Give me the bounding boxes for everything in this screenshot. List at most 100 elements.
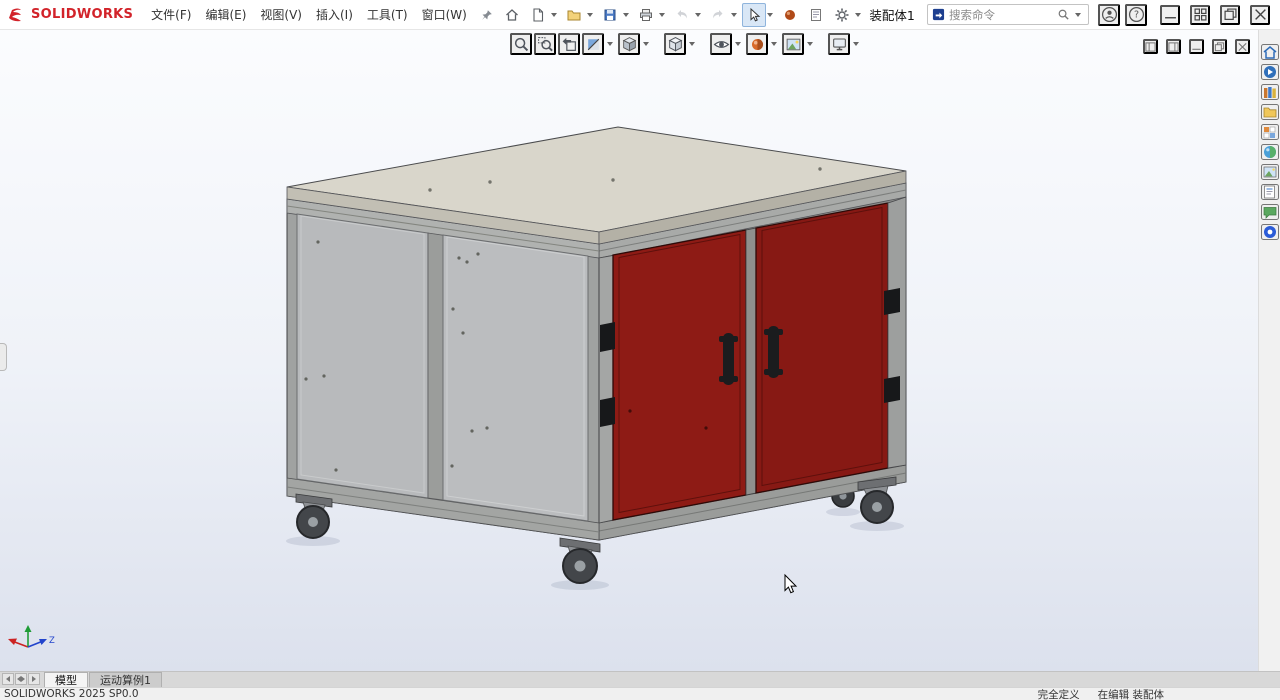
view-orientation-dropdown[interactable] — [643, 42, 649, 46]
display-style-dropdown[interactable] — [689, 42, 695, 46]
scenes-icon[interactable] — [1260, 164, 1279, 180]
minimize-icon[interactable] — [1160, 4, 1180, 25]
menu-tools[interactable]: 工具(T) — [360, 2, 415, 27]
corner-post-front[interactable] — [598, 255, 614, 524]
user-account-icon[interactable] — [1098, 3, 1120, 26]
doc-minimize-icon[interactable] — [1189, 39, 1204, 54]
view-settings-dropdown[interactable] — [853, 42, 859, 46]
document-window-controls — [1143, 39, 1250, 54]
file-properties-button[interactable] — [804, 3, 828, 27]
status-edit-state: 在编辑 — [1097, 688, 1130, 700]
file-explorer-icon[interactable] — [1260, 104, 1279, 120]
doc-restore-icon[interactable] — [1212, 39, 1227, 54]
undo-dropdown[interactable] — [694, 12, 701, 17]
caster-front[interactable] — [559, 537, 601, 584]
status-bar: SOLIDWORKS 2025 SP0.0 完全定义 在编辑 装配体 — [0, 687, 1280, 700]
search-dropdown[interactable] — [1075, 12, 1081, 17]
view-settings-icon[interactable] — [828, 33, 850, 55]
brand-text: SOLIDWORKS — [31, 7, 134, 22]
custom-properties-icon[interactable] — [1260, 184, 1279, 200]
corner-post-right[interactable] — [887, 196, 907, 469]
select-button[interactable] — [741, 2, 766, 27]
pin-menu-icon[interactable] — [475, 3, 499, 27]
menubar: SOLIDWORKS 文件(F) 编辑(E) 视图(V) 插入(I) 工具(T)… — [0, 0, 1280, 30]
pane-expand-right-icon[interactable] — [1166, 39, 1181, 54]
undo-button[interactable] — [670, 3, 694, 27]
search-input[interactable] — [949, 7, 1053, 22]
forum-icon[interactable] — [1260, 204, 1279, 220]
view-orientation-icon[interactable] — [618, 33, 640, 55]
menu-view[interactable]: 视图(V) — [253, 2, 309, 27]
search-icon[interactable] — [1057, 8, 1070, 21]
options-gear-icon[interactable] — [830, 3, 854, 27]
graphics-area[interactable]: Z — [0, 30, 1258, 671]
menu-insert[interactable]: 插入(I) — [309, 2, 360, 27]
main-menus: 文件(F) 编辑(E) 视图(V) 插入(I) 工具(T) 窗口(W) — [144, 2, 474, 27]
print-button[interactable] — [634, 3, 658, 27]
menu-edit[interactable]: 编辑(E) — [198, 2, 253, 27]
assembly-model[interactable]: Z — [0, 30, 1258, 671]
status-version: SOLIDWORKS 2025 SP0.0 — [4, 688, 139, 700]
new-document-button[interactable] — [526, 3, 550, 27]
caster-right[interactable] — [857, 476, 897, 524]
collapsed-panel-tab[interactable] — [0, 343, 7, 371]
appearances-scenes-icon[interactable] — [1260, 144, 1279, 160]
edit-appearance-dropdown[interactable] — [771, 42, 777, 46]
doc-close-icon[interactable] — [1235, 39, 1250, 54]
status-define-state: 完全定义 — [1037, 688, 1080, 700]
caster-shadow — [826, 508, 860, 516]
view-palette-icon[interactable] — [1260, 124, 1279, 140]
previous-view-icon[interactable] — [558, 33, 580, 55]
splitter-right-icon[interactable] — [28, 673, 40, 685]
help-icon[interactable]: ? — [1125, 3, 1147, 26]
study-tabbar: 模型 运动算例1 — [0, 671, 1280, 687]
tab-model[interactable]: 模型 — [44, 672, 88, 687]
menu-window[interactable]: 窗口(W) — [415, 2, 474, 27]
edit-appearance-icon[interactable] — [746, 33, 768, 55]
marketplace-icon[interactable] — [1260, 224, 1279, 240]
left-panel-1[interactable] — [296, 213, 429, 499]
rebuild-icon[interactable] — [778, 3, 802, 27]
menu-file[interactable]: 文件(F) — [144, 2, 198, 27]
apply-scene-icon[interactable] — [782, 33, 804, 55]
select-dropdown[interactable] — [766, 12, 773, 17]
search-scope-icon[interactable] — [932, 8, 945, 21]
restore-icon[interactable] — [1220, 4, 1240, 25]
pane-expand-left-icon[interactable] — [1143, 39, 1158, 54]
taskpane-home-icon[interactable] — [1260, 44, 1279, 60]
caster-left[interactable] — [295, 493, 333, 539]
home-button[interactable] — [500, 3, 524, 27]
save-dropdown[interactable] — [622, 12, 629, 17]
hide-show-items-icon[interactable] — [710, 33, 732, 55]
left-panel-2[interactable] — [442, 234, 589, 522]
zoom-to-area-icon[interactable] — [534, 33, 556, 55]
hide-show-items-dropdown[interactable] — [735, 42, 741, 46]
new-document-dropdown[interactable] — [550, 12, 557, 17]
section-view-dropdown[interactable] — [607, 42, 613, 46]
options-dropdown[interactable] — [854, 12, 861, 17]
splitter-mid-icon[interactable] — [15, 673, 27, 685]
redo-button[interactable] — [706, 3, 730, 27]
solidworks-resources-icon[interactable] — [1260, 64, 1279, 80]
design-library-icon[interactable] — [1260, 84, 1279, 100]
redo-dropdown[interactable] — [730, 12, 737, 17]
apply-scene-dropdown[interactable] — [807, 42, 813, 46]
command-search[interactable] — [927, 4, 1089, 25]
print-dropdown[interactable] — [658, 12, 665, 17]
open-document-dropdown[interactable] — [586, 12, 593, 17]
status-doc-type: 装配体 — [1132, 688, 1165, 700]
task-pane — [1258, 30, 1280, 671]
cabinet-left-face[interactable] — [286, 198, 600, 541]
window-layout-icon[interactable] — [1190, 4, 1210, 25]
section-view-icon[interactable] — [582, 33, 604, 55]
zoom-to-fit-icon[interactable] — [510, 33, 532, 55]
close-icon[interactable] — [1250, 4, 1270, 25]
splitter-left-icon[interactable] — [2, 673, 14, 685]
open-document-button[interactable] — [562, 3, 586, 27]
panel-mid-post[interactable] — [427, 232, 444, 501]
save-button[interactable] — [598, 3, 622, 27]
door-center-post[interactable] — [745, 227, 757, 496]
pane-splitters — [2, 672, 44, 687]
tab-motion-study[interactable]: 运动算例1 — [89, 672, 162, 687]
display-style-icon[interactable] — [664, 33, 686, 55]
